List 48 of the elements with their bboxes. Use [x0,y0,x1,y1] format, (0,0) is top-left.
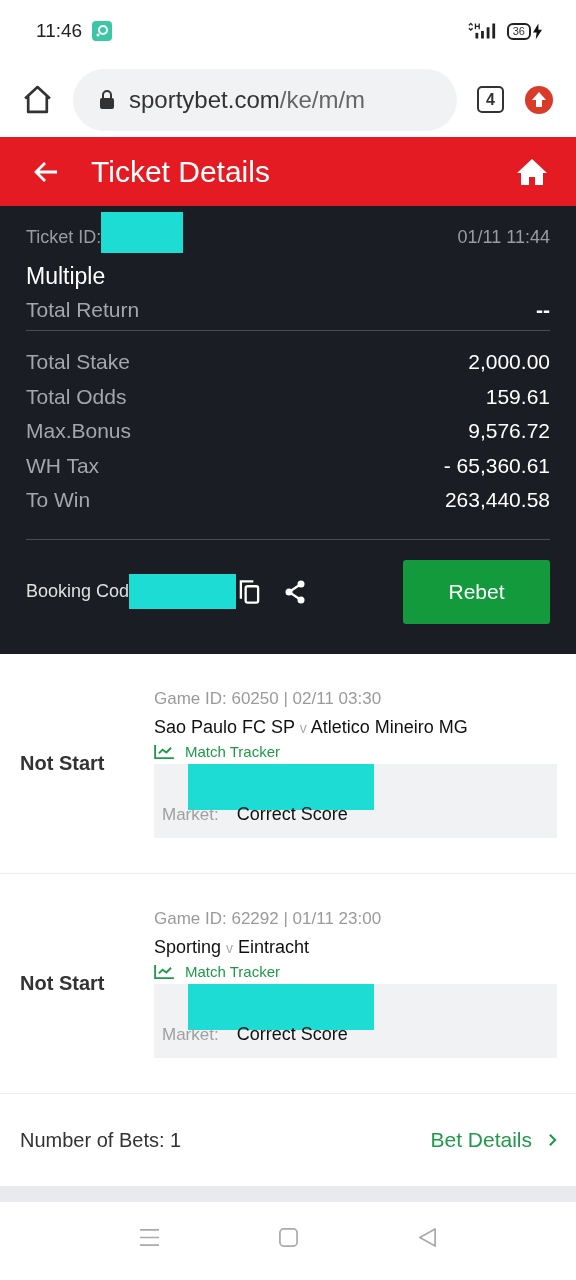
signal-icon [466,22,497,40]
match-tracker-link[interactable]: Match Tracker [185,743,281,760]
back-arrow-icon[interactable] [33,159,59,184]
lock-icon [99,89,115,110]
market-label: Market: [162,1024,219,1045]
bet-count: Number of Bets: 1 [20,1128,182,1152]
battery-indicator: 36 [506,22,531,40]
match-status: Not Start [20,972,106,995]
figure-value: 159.61 [485,384,550,409]
figure-value: 2,000.00 [468,350,550,375]
market-label: Market: [162,804,219,825]
market-value: Correct Score [236,1024,348,1045]
page-title: Ticket Details [91,154,271,189]
ticket-date: 01/11 11:44 [457,227,550,248]
game-id: Game ID: 62292 | 01/11 23:00 [154,909,383,929]
market-value: Correct Score [236,804,348,825]
chart-line-icon[interactable] [154,964,175,979]
figure-value: 263,440.58 [444,488,550,513]
figure-value: - 65,360.61 [443,453,550,478]
home-icon[interactable] [22,84,53,115]
bet-details-link[interactable]: Bet Details [430,1128,532,1152]
rebet-button[interactable]: Rebet [403,559,550,624]
chevron-right-icon[interactable] [548,1133,557,1147]
figure-label: Total Stake [26,350,130,375]
copy-icon[interactable] [238,578,262,605]
figure-label: Max.Bonus [26,419,132,444]
match-teams: Sporting v Eintracht [154,937,311,958]
notification-icon [92,21,113,41]
address-bar[interactable]: sportybet.com/ke/m/m [73,68,457,131]
tab-count-button[interactable]: 4 [477,86,504,113]
bet-type: Multiple [26,263,107,290]
figure-label: Total Odds [26,384,127,409]
figure-label: Total Return [26,298,140,322]
clock: 11:46 [36,20,83,42]
charging-icon [533,22,542,40]
url-text: sportybet.com/ke/m/m [129,85,366,114]
match-teams: Sao Paulo FC SP v Atletico Mineiro MG [154,717,469,738]
figure-value: -- [536,298,550,322]
match-status: Not Start [20,752,106,775]
game-id: Game ID: 60250 | 02/11 03:30 [154,689,383,709]
ticket-id-label: Ticket ID: [26,227,102,248]
chart-line-icon[interactable] [154,744,175,759]
figure-label: WH Tax [26,453,100,478]
booking-code-label: Booking Cod [26,581,130,602]
figure-label: To Win [26,488,91,513]
upload-icon[interactable] [524,84,554,115]
figure-value: 9,576.72 [468,419,550,444]
match-tracker-link[interactable]: Match Tracker [185,963,281,980]
